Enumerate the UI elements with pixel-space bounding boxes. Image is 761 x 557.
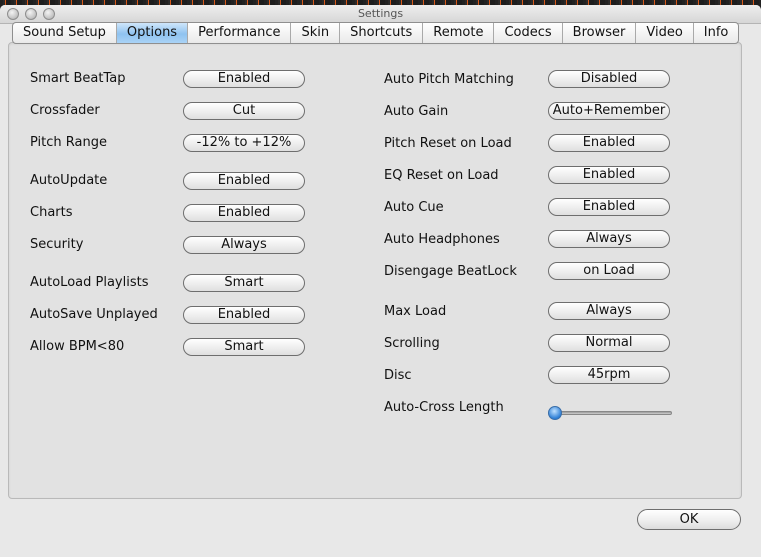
eq-reset-on-load-button[interactable]: Enabled (548, 166, 670, 184)
label-disc: Disc (384, 368, 412, 383)
window-title: Settings (357, 7, 404, 20)
label-eq-reset-on-load: EQ Reset on Load (384, 168, 499, 183)
autoupdate-button[interactable]: Enabled (183, 172, 305, 190)
autosave-unplayed-button[interactable]: Enabled (183, 306, 305, 324)
label-charts: Charts (30, 205, 73, 220)
tab-codecs[interactable]: Codecs (494, 23, 563, 43)
label-scrolling: Scrolling (384, 336, 440, 351)
label-auto-cross-length: Auto-Cross Length (384, 400, 504, 415)
ok-button[interactable]: OK (637, 509, 741, 530)
tab-browser[interactable]: Browser (563, 23, 637, 43)
auto-headphones-button[interactable]: Always (548, 230, 670, 248)
label-smart-beattap: Smart BeatTap (30, 71, 126, 86)
label-max-load: Max Load (384, 304, 447, 319)
label-disengage-beatlock: Disengage BeatLock (384, 264, 517, 279)
auto-cue-button[interactable]: Enabled (548, 198, 670, 216)
smart-beattap-button[interactable]: Enabled (183, 70, 305, 88)
label-auto-cue: Auto Cue (384, 200, 444, 215)
auto-gain-button[interactable]: Auto+Remember (548, 102, 670, 120)
slider-track[interactable] (548, 411, 672, 415)
tab-skin[interactable]: Skin (291, 23, 341, 43)
label-auto-pitch-matching: Auto Pitch Matching (384, 72, 514, 87)
tab-bar: Sound Setup Options Performance Skin Shortcu… (12, 22, 740, 44)
settings-window: Settings Sound Setup Options Performance Sk… (0, 5, 761, 557)
label-autosave-unplayed: AutoSave Unplayed (30, 307, 158, 322)
charts-button[interactable]: Enabled (183, 204, 305, 222)
label-autoload-playlists: AutoLoad Playlists (30, 275, 149, 290)
disc-button[interactable]: 45rpm (548, 366, 670, 384)
tab-shortcuts[interactable]: Shortcuts (340, 23, 424, 43)
auto-cross-length-slider[interactable] (548, 406, 672, 420)
label-autoupdate: AutoUpdate (30, 173, 108, 188)
scrolling-button[interactable]: Normal (548, 334, 670, 352)
auto-pitch-matching-button[interactable]: Disabled (548, 70, 670, 88)
label-crossfader: Crossfader (30, 103, 100, 118)
label-allow-bpm: Allow BPM<80 (30, 339, 125, 354)
tab-sound-setup[interactable]: Sound Setup (13, 23, 117, 43)
tab-info[interactable]: Info (694, 23, 739, 43)
tab-remote[interactable]: Remote (423, 23, 495, 43)
security-button[interactable]: Always (183, 236, 305, 254)
label-auto-headphones: Auto Headphones (384, 232, 500, 247)
pitch-range-button[interactable]: -12% to +12% (183, 134, 305, 152)
pitch-reset-on-load-button[interactable]: Enabled (548, 134, 670, 152)
autoload-playlists-button[interactable]: Smart (183, 274, 305, 292)
max-load-button[interactable]: Always (548, 302, 670, 320)
tab-performance[interactable]: Performance (188, 23, 292, 43)
tab-options[interactable]: Options (116, 23, 189, 43)
label-pitch-reset-on-load: Pitch Reset on Load (384, 136, 512, 151)
allow-bpm-button[interactable]: Smart (183, 338, 305, 356)
disengage-beatlock-button[interactable]: on Load (548, 262, 670, 280)
tab-video[interactable]: Video (636, 23, 694, 43)
crossfader-button[interactable]: Cut (183, 102, 305, 120)
label-auto-gain: Auto Gain (384, 104, 449, 119)
slider-knob[interactable] (548, 406, 562, 420)
label-pitch-range: Pitch Range (30, 135, 107, 150)
label-security: Security (30, 237, 84, 252)
